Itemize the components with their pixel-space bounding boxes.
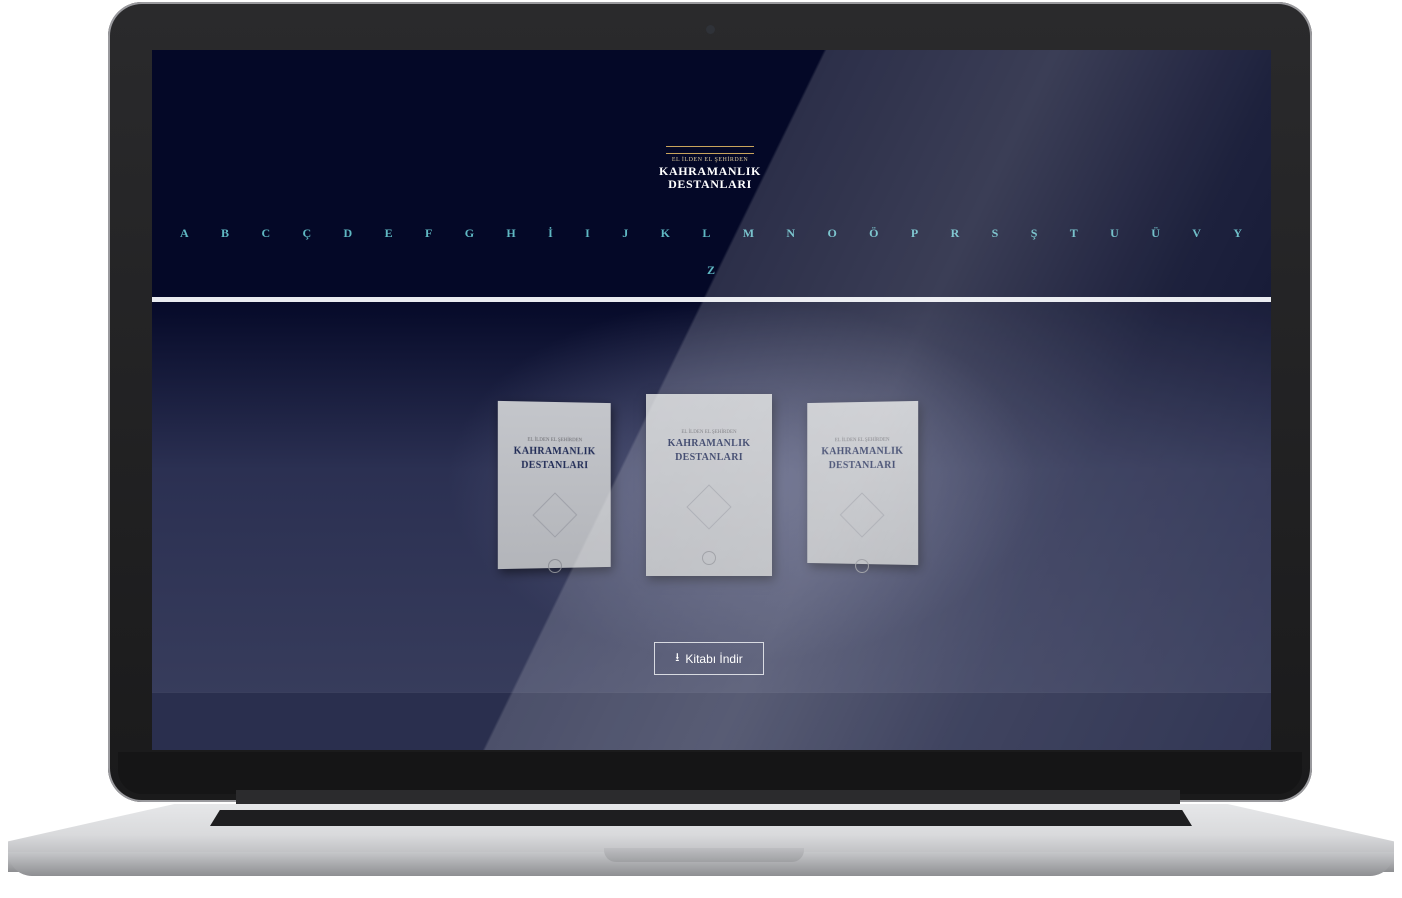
logo-title-line2: DESTANLARI — [668, 177, 752, 191]
alphabet-letter[interactable]: K — [661, 226, 671, 241]
alphabet-letter[interactable]: N — [786, 226, 796, 241]
alphabet-letter[interactable]: D — [344, 226, 354, 241]
laptop-keyboard — [210, 810, 1192, 826]
alphabet-letter[interactable]: J — [622, 226, 629, 241]
book-title-line2: DESTANLARI — [675, 452, 743, 463]
alphabet-letter[interactable]: B — [221, 226, 230, 241]
alphabet-letter[interactable]: S — [992, 226, 1000, 241]
book-title-line1: KAHRAMANLIK — [821, 445, 904, 458]
alphabet-letter[interactable]: H — [506, 226, 516, 241]
alphabet-letter[interactable]: P — [911, 226, 919, 241]
alphabet-letter[interactable]: A — [180, 226, 190, 241]
book-ornament — [532, 492, 578, 538]
alphabet-row: Z — [152, 261, 1271, 279]
book-cover-right: EL İLDEN EL ŞEHİRDEN KAHRAMANLIK DESTANL… — [807, 400, 919, 574]
alphabet-letter[interactable]: G — [465, 226, 475, 241]
alphabet-letter[interactable]: V — [1192, 226, 1202, 241]
alphabet-letter[interactable]: T — [1070, 226, 1079, 241]
alphabet-letter[interactable]: Ç — [302, 226, 312, 241]
alphabet-letter[interactable]: O — [827, 226, 837, 241]
laptop-notch — [604, 848, 804, 862]
book-subtitle: EL İLDEN EL ŞEHİRDEN — [834, 437, 890, 444]
download-icon: ⭳ — [675, 650, 680, 664]
alphabet-letter[interactable]: İ — [548, 226, 554, 241]
alphabet-row: ABCÇDEFGHİIJKLMNOÖPRSŞTUÜVY — [152, 226, 1271, 241]
book-subtitle: EL İLDEN EL ŞEHİRDEN — [681, 430, 737, 435]
alphabet-letter[interactable]: E — [385, 226, 394, 241]
laptop-hinge — [236, 790, 1180, 804]
alphabet-letter[interactable]: Z — [707, 263, 716, 277]
camera — [706, 25, 715, 34]
logo-subtitle: EL İLDEN EL ŞEHİRDEN — [671, 157, 749, 163]
alphabet-letter[interactable]: Y — [1233, 226, 1243, 241]
book-cover-center: EL İLDEN EL ŞEHİRDEN KAHRAMANLIK DESTANL… — [646, 394, 772, 576]
book-publisher-logo — [702, 551, 716, 565]
alphabet-letter[interactable]: Ö — [869, 226, 879, 241]
alphabet-letter[interactable]: Ş — [1031, 226, 1039, 241]
book-title-line1: KAHRAMANLIK — [513, 445, 596, 458]
book-publisher-logo — [855, 558, 869, 574]
header-divider — [152, 297, 1271, 302]
download-book-button[interactable]: ⭳ Kitabı İndir — [654, 642, 764, 675]
book-ornament — [686, 484, 732, 530]
logo-ornament — [666, 146, 754, 154]
download-button-label: Kitabı İndir — [685, 651, 743, 666]
book-title-line2: DESTANLARI — [521, 459, 589, 472]
book-title-line2: DESTANLARI — [828, 459, 896, 472]
alphabet-letter[interactable]: I — [585, 226, 591, 241]
alphabet-letter[interactable]: L — [702, 226, 711, 241]
site-logo[interactable]: EL İLDEN EL ŞEHİRDEN KAHRAMANLIK DESTANL… — [652, 146, 768, 200]
book-subtitle: EL İLDEN EL ŞEHİRDEN — [527, 437, 583, 444]
alphabet-letter[interactable]: R — [951, 226, 961, 241]
alphabet-letter[interactable]: F — [425, 226, 433, 241]
alphabet-nav: A B C Ç D E F G H İ I J K L M N O Ö P R S Ş T U Ü V Y Z — [152, 226, 1271, 279]
laptop-bezel — [118, 752, 1302, 794]
book-ornament — [839, 492, 885, 538]
laptop-screen: EL İLDEN EL ŞEHİRDEN KAHRAMANLIK DESTANL… — [152, 50, 1271, 750]
alphabet-letter[interactable]: U — [1110, 226, 1120, 241]
site-footer — [152, 692, 1271, 750]
alphabet-letter[interactable]: C — [261, 226, 271, 241]
alphabet-letter[interactable]: M — [743, 226, 755, 241]
book-cover-left: EL İLDEN EL ŞEHİRDEN KAHRAMANLIK DESTANL… — [497, 400, 611, 574]
book-title-line1: KAHRAMANLIK — [667, 438, 751, 449]
alphabet-letter[interactable]: Ü — [1151, 226, 1161, 241]
